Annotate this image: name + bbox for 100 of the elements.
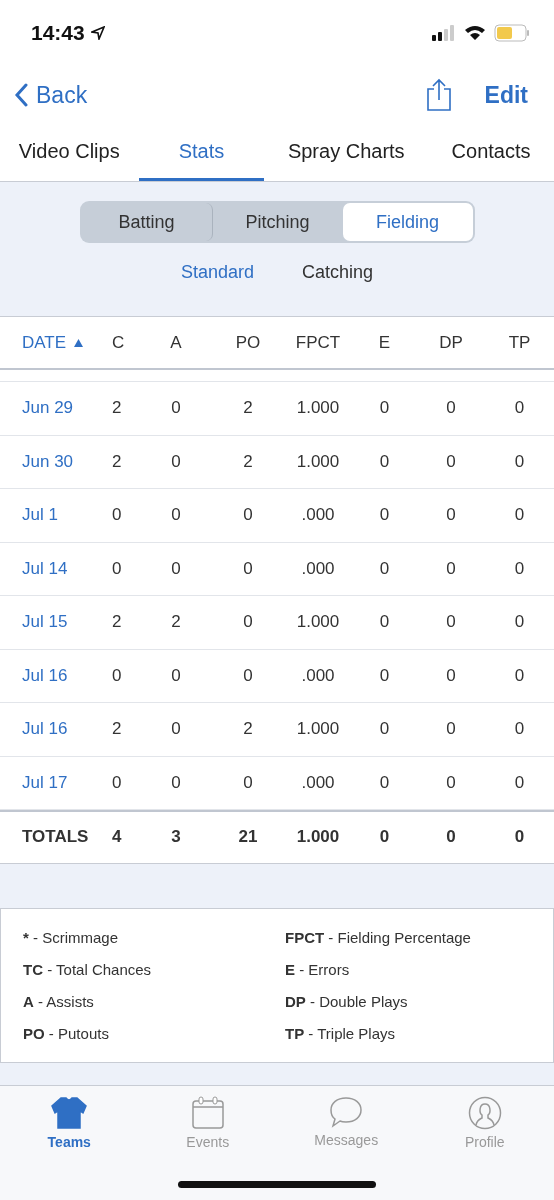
table-cell-text: 0 (242, 558, 254, 579)
table-cell-text: 0 (170, 451, 182, 472)
column-header[interactable]: PO (212, 332, 284, 353)
legend-entry: PO - Putouts (23, 1024, 110, 1042)
table-cell-text: 2 (170, 612, 182, 633)
table-cell-text: 0 (242, 612, 254, 633)
date-link[interactable]: Jul 17 (0, 772, 110, 793)
edit-button[interactable]: Edit (484, 81, 528, 109)
column-header[interactable]: A (140, 332, 212, 353)
legend-entry: DP - Double Plays (285, 992, 409, 1010)
column-header[interactable]: C (110, 332, 140, 353)
table-cell-text: 0 (111, 665, 123, 686)
table-cell-text: 0 (513, 665, 526, 686)
table-cell-text: 0 (170, 772, 182, 793)
table-cell-text: 0 (378, 772, 391, 793)
tab-bar-item[interactable]: Messages (277, 1095, 416, 1148)
sub-tab[interactable]: Catching (302, 262, 374, 283)
table-cell-text: 2 (111, 612, 123, 633)
table-cell-text: 0 (513, 772, 526, 793)
table-cell-text: 0 (378, 505, 391, 526)
location-arrow-icon (90, 25, 105, 40)
table-cell-text: 0 (378, 612, 391, 633)
table-cell-text: 0 (513, 505, 526, 526)
table-cell-text: 0 (513, 558, 526, 579)
table-cell-text: 0 (242, 665, 254, 686)
legend-entry: TC - Total Chances (23, 960, 153, 978)
table-cell-text: 0 (170, 558, 182, 579)
table-cell-text: 2 (111, 719, 123, 740)
date-link[interactable]: Jun 30 (0, 451, 110, 472)
table-cell-text: 2 (242, 398, 254, 419)
table-cell-text: .000 (300, 772, 336, 793)
total-cell-text: 21 (237, 827, 259, 848)
table-cell-text: 1.000 (295, 398, 341, 419)
profile-icon (467, 1095, 502, 1130)
table-cell-text: 0 (513, 451, 526, 472)
tab[interactable]: Stats (138, 125, 265, 181)
date-link[interactable]: Jul 16 (0, 719, 110, 740)
total-cell-text: 0 (513, 827, 526, 848)
sort-up-icon (74, 338, 84, 347)
table-cell-text: 0 (445, 558, 457, 579)
table-cell-text: 0 (513, 398, 526, 419)
table-cell-text: 0 (378, 719, 391, 740)
table-cell-text: 0 (513, 612, 526, 633)
table-cell-text: 2 (242, 719, 254, 740)
table-cell-text: 0 (445, 398, 457, 419)
tab[interactable]: Contacts (428, 125, 554, 181)
column-header[interactable]: DP (417, 332, 485, 353)
sub-tab[interactable]: Standard (180, 262, 254, 283)
table-cell-text: .000 (300, 558, 336, 579)
table-cell-text: 0 (445, 612, 457, 633)
table-cell-text: 0 (170, 398, 182, 419)
tab-bar-item[interactable]: Events (138, 1095, 277, 1150)
legend-entry: TP - Triple Plays (285, 1024, 397, 1042)
speech-bubble-icon (329, 1095, 364, 1128)
table-cell-text: 0 (111, 505, 123, 526)
legend-entry: FPCT - Fielding Percentage (285, 928, 472, 946)
jersey-icon (50, 1095, 89, 1130)
tab-bar-item[interactable]: Profile (415, 1095, 554, 1150)
status-time: 14:43 (31, 20, 85, 45)
table-cell-text: 1.000 (295, 719, 341, 740)
table-cell-text: 0 (445, 719, 457, 740)
date-link[interactable]: Jul 15 (0, 612, 110, 633)
table-cell-text: 0 (111, 772, 123, 793)
table-cell-text: .000 (300, 505, 336, 526)
segment[interactable]: Fielding (342, 203, 473, 241)
totals-label: TOTALS (21, 827, 90, 848)
table-cell-text: 0 (170, 505, 182, 526)
table-cell-text: 0 (378, 451, 391, 472)
tab[interactable]: Video Clips (0, 125, 139, 181)
table-cell-text: 0 (445, 665, 457, 686)
wifi-icon (464, 24, 486, 41)
column-header[interactable]: TP (485, 332, 554, 353)
table-cell-text: 1.000 (295, 612, 341, 633)
date-link[interactable]: Jul 1 (0, 505, 110, 526)
table-cell-text: 2 (242, 451, 254, 472)
total-cell-text: 4 (111, 827, 123, 848)
date-link[interactable]: Jun 29 (0, 398, 110, 419)
segment[interactable]: Batting (81, 203, 213, 241)
column-header[interactable]: FPCT (284, 332, 352, 353)
date-link[interactable]: Jul 14 (0, 558, 110, 579)
table-cell-text: 0 (445, 772, 457, 793)
segment[interactable]: Pitching (212, 203, 343, 241)
tab-bar-item[interactable]: Teams (0, 1095, 139, 1150)
table-cell-text: 0 (242, 772, 254, 793)
legend-entry: A - Assists (23, 992, 95, 1010)
table-cell-text: 1.000 (295, 451, 341, 472)
total-cell-text: 0 (445, 827, 457, 848)
table-cell-text: 0 (111, 558, 123, 579)
table-cell-text: 0 (378, 665, 391, 686)
tab[interactable]: Spray Charts (264, 125, 429, 181)
total-cell-text: 3 (170, 827, 182, 848)
column-header[interactable]: DATE (0, 332, 110, 353)
column-header[interactable]: E (352, 332, 417, 353)
date-link[interactable]: Jul 16 (0, 665, 110, 686)
share-icon[interactable] (424, 78, 453, 112)
table-cell-text: 0 (378, 558, 391, 579)
table-cell-text: 0 (445, 505, 457, 526)
back-button[interactable]: Back (14, 81, 88, 109)
total-cell-text: 0 (378, 827, 391, 848)
legend-entry: E - Errors (285, 960, 351, 978)
